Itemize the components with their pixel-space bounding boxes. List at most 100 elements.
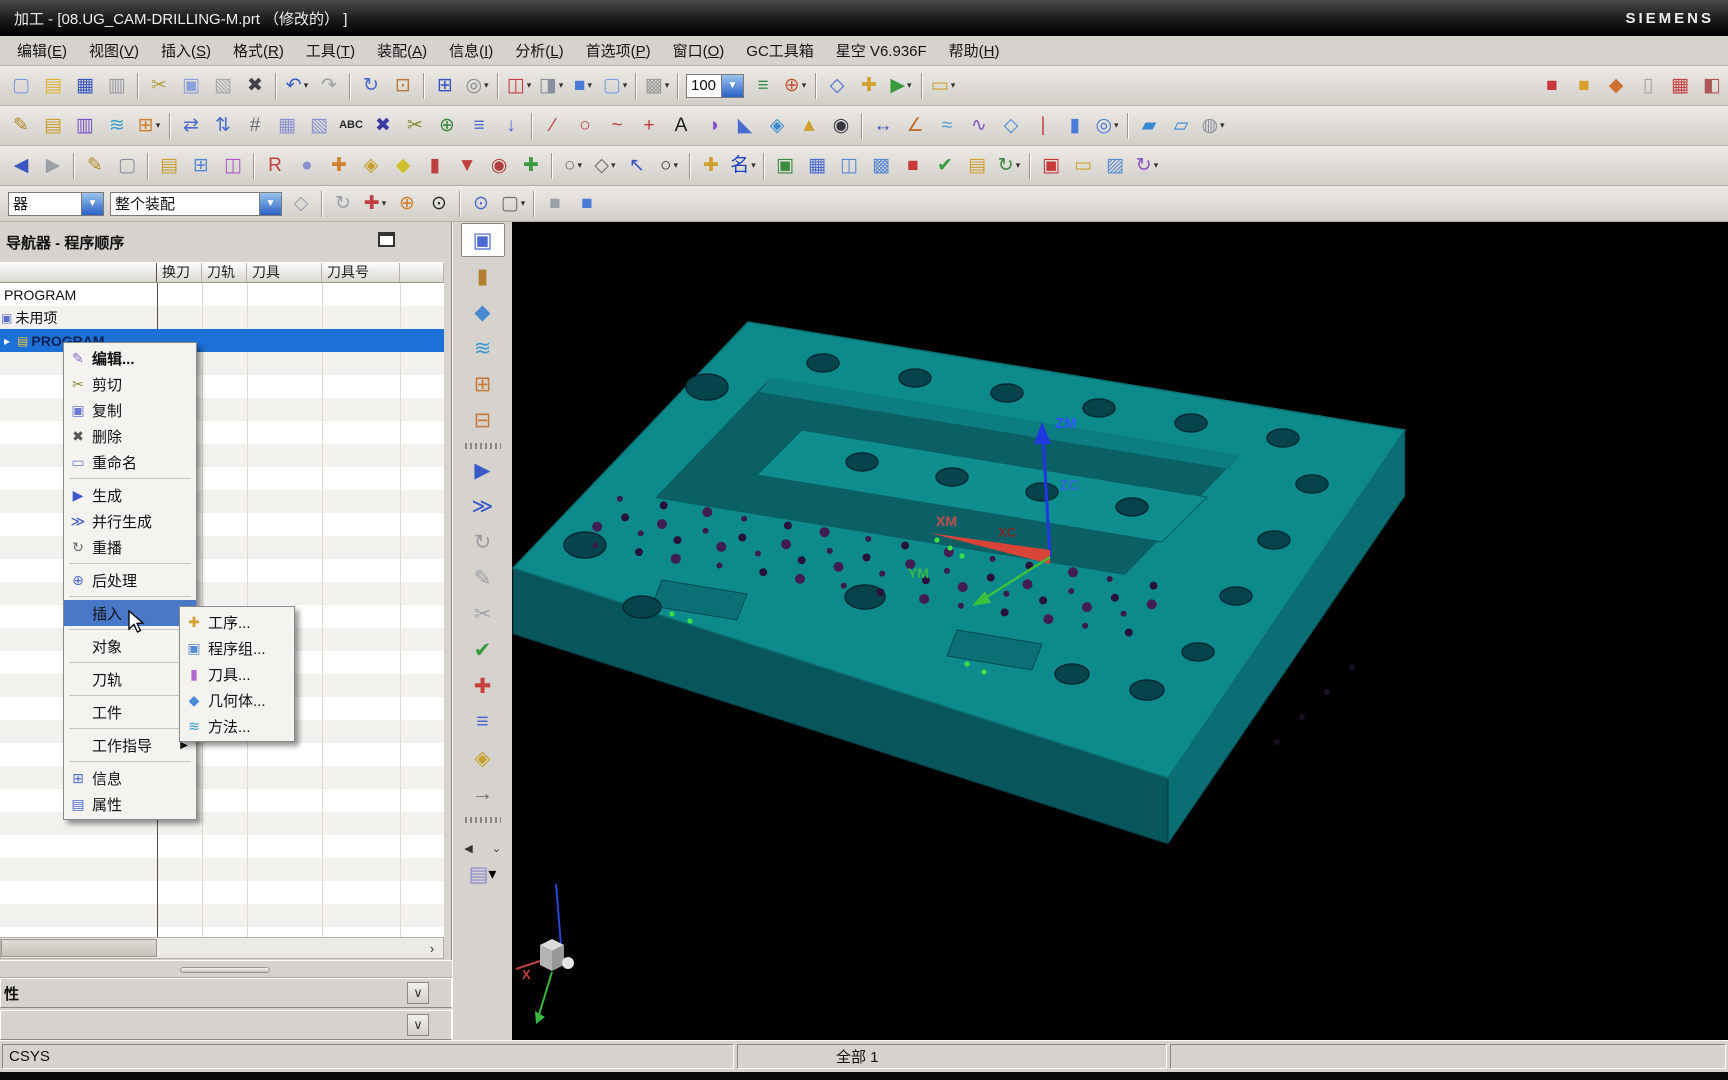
transform-button[interactable]: ⇄ (176, 111, 206, 141)
column-3[interactable]: 刀具 (247, 263, 322, 282)
through-curves-button[interactable]: ▱ (1166, 111, 1196, 141)
tree-row-program[interactable]: PROGRAM (0, 283, 444, 306)
confirm-toolpath-button[interactable]: ✔ (461, 633, 505, 667)
expand-chevron-icon[interactable]: ∨ (407, 982, 429, 1004)
dropdown-caret-icon[interactable]: ▾ (559, 80, 564, 91)
machine-output-button[interactable]: ▤▾ (461, 857, 505, 891)
include-target-button[interactable]: ⊕ (392, 189, 422, 219)
information-button[interactable]: ⊞ (430, 71, 460, 101)
dropdown-caret-icon[interactable]: ▾ (907, 80, 912, 91)
link-assembly-button[interactable]: ◇ (286, 189, 316, 219)
spline-tool-button[interactable]: ~ (602, 111, 632, 141)
menu-item[interactable]: 帮助(H) (938, 37, 1011, 64)
cube-gold-button[interactable]: ■ (1569, 71, 1599, 101)
context-menu-item-编辑[interactable]: ✎编辑... (64, 345, 196, 371)
helix-button[interactable]: ∿ (964, 111, 994, 141)
hscroll-right-arrow-icon[interactable]: › (423, 939, 441, 957)
strip-scroll-icon[interactable]: ◀ (460, 840, 478, 856)
circle-ref-button[interactable]: ○▾ (654, 151, 684, 181)
extrude-button[interactable]: ▮ (1060, 111, 1090, 141)
add-target-button[interactable]: ✚▾ (360, 189, 390, 219)
submenu-item-方法[interactable]: ≋方法... (180, 713, 294, 739)
circle-tool-button[interactable]: ○ (570, 111, 600, 141)
tree-row-未用项[interactable]: ▣未用项 (0, 306, 444, 329)
zoom-level-dropdown-icon[interactable]: ▼ (721, 75, 743, 97)
dropdown-caret-icon[interactable]: ▾ (484, 80, 489, 91)
list-toolpath-button[interactable]: ≡ (461, 705, 505, 739)
undo-button[interactable]: ↶▾ (282, 71, 312, 101)
layer-visible-button[interactable]: ▦ (802, 151, 832, 181)
polygon-tool-button[interactable]: ◇▾ (590, 151, 620, 181)
project-curve-button[interactable]: ↓ (496, 111, 526, 141)
fit-view-button[interactable]: ⊡ (388, 71, 418, 101)
menu-item[interactable]: 信息(I) (438, 37, 504, 64)
navigator-filter-dropdown-icon[interactable]: ▼ (81, 193, 103, 215)
trim-body-button[interactable]: ✖ (368, 111, 398, 141)
hole-feature-button[interactable]: ◉ (826, 111, 856, 141)
menu-item[interactable]: 编辑(E) (6, 37, 78, 64)
menu-item[interactable]: 格式(R) (222, 37, 295, 64)
submenu-item-刀具[interactable]: ▮刀具... (180, 661, 294, 687)
boss-button[interactable]: ▲ (794, 111, 824, 141)
dropdown-caret-icon[interactable]: ▾ (1154, 160, 1159, 171)
tile-windows-button[interactable]: ◫ (834, 151, 864, 181)
context-menu-item-对象[interactable]: 对象▶ (64, 633, 196, 659)
context-menu-item-重命名[interactable]: ▭重命名 (64, 449, 196, 475)
snap-target-button[interactable]: ⊙ (424, 189, 454, 219)
column-4[interactable]: 刀具号 (322, 263, 400, 282)
revolve-button[interactable]: ◎▾ (1092, 111, 1122, 141)
sphere-tool-button[interactable]: ● (292, 151, 322, 181)
dropdown-caret-icon[interactable]: ▾ (623, 80, 628, 91)
red-box-button[interactable]: ▣ (1036, 151, 1066, 181)
dropdown-caret-icon[interactable]: ▾ (382, 198, 387, 209)
dropdown-caret-icon[interactable]: ▾ (1220, 120, 1225, 131)
program-order-view-button[interactable]: ▣ (461, 223, 505, 257)
wave-link-button[interactable]: ≋ (102, 111, 132, 141)
generate-toolpath-button[interactable]: ▶ (461, 453, 505, 487)
restore-window-icon[interactable] (378, 232, 395, 247)
gray-cube-button[interactable]: ■ (540, 189, 570, 219)
edit-sketch-button[interactable]: ✎ (6, 111, 36, 141)
wireframe-view-button[interactable]: ▢▾ (600, 71, 630, 101)
datum-plane-button[interactable]: ◇ (996, 111, 1026, 141)
cut-toolpath-button[interactable]: ✂ (461, 597, 505, 631)
datum-axis-button[interactable]: ∣ (1028, 111, 1058, 141)
dropdown-caret-icon[interactable]: ▾ (304, 80, 309, 91)
context-menu-item-后处理[interactable]: ⊕后处理 (64, 567, 196, 593)
column-1[interactable]: 换刀 (157, 263, 202, 282)
splitter-grip[interactable] (180, 967, 270, 973)
replay-toolpath-button[interactable]: ↻ (461, 525, 505, 559)
edit-toolpath-button[interactable]: ✎ (461, 561, 505, 595)
clearance-check-button[interactable]: ◆ (388, 151, 418, 181)
context-menu-item-属性[interactable]: ▤属性 (64, 791, 196, 817)
menu-item[interactable]: 首选项(P) (575, 37, 662, 64)
zoom-level-combo[interactable]: 100▼ (686, 74, 744, 98)
cube-orange-button[interactable]: ◆ (1601, 71, 1631, 101)
delete-button[interactable]: ✖ (240, 71, 270, 101)
dropdown-caret-icon[interactable]: ▾ (673, 160, 678, 171)
text-tool-button[interactable]: A (666, 111, 696, 141)
navigator-hscrollbar[interactable]: › (0, 937, 444, 959)
menu-item[interactable]: 装配(A) (366, 37, 438, 64)
menu-item[interactable]: 插入(S) (150, 37, 222, 64)
menu-item[interactable]: 窗口(O) (662, 37, 736, 64)
cube-red-button[interactable]: ■ (1537, 71, 1567, 101)
open-file-button[interactable]: ▤ (38, 71, 68, 101)
navigator-filter-combo[interactable]: 器▼ (8, 192, 104, 216)
chamfer-button[interactable]: ◣ (730, 111, 760, 141)
paste-button[interactable]: ▧ (208, 71, 238, 101)
search-button[interactable]: ◎▾ (462, 71, 492, 101)
hexagon-tool-button[interactable]: ○▾ (558, 151, 588, 181)
measure-angle-button[interactable]: ∠ (900, 111, 930, 141)
interpart-link-button[interactable]: ◇ (822, 71, 852, 101)
point-dialog-button[interactable]: ⊙ (466, 189, 496, 219)
context-menu-item-剪切[interactable]: ✂剪切 (64, 371, 196, 397)
measure-distance-button[interactable]: ↔ (868, 111, 898, 141)
keys-pair-button[interactable]: ✚ (696, 151, 726, 181)
save-file-button[interactable]: ▦ (70, 71, 100, 101)
blue-cube-button[interactable]: ■ (572, 189, 602, 219)
layer-stack-button[interactable]: ▤ (38, 111, 68, 141)
tube-button[interactable]: ◍▾ (1198, 111, 1228, 141)
image-capture-button[interactable]: ▣ (770, 151, 800, 181)
verify-toolpath-button[interactable]: ✚ (461, 669, 505, 703)
